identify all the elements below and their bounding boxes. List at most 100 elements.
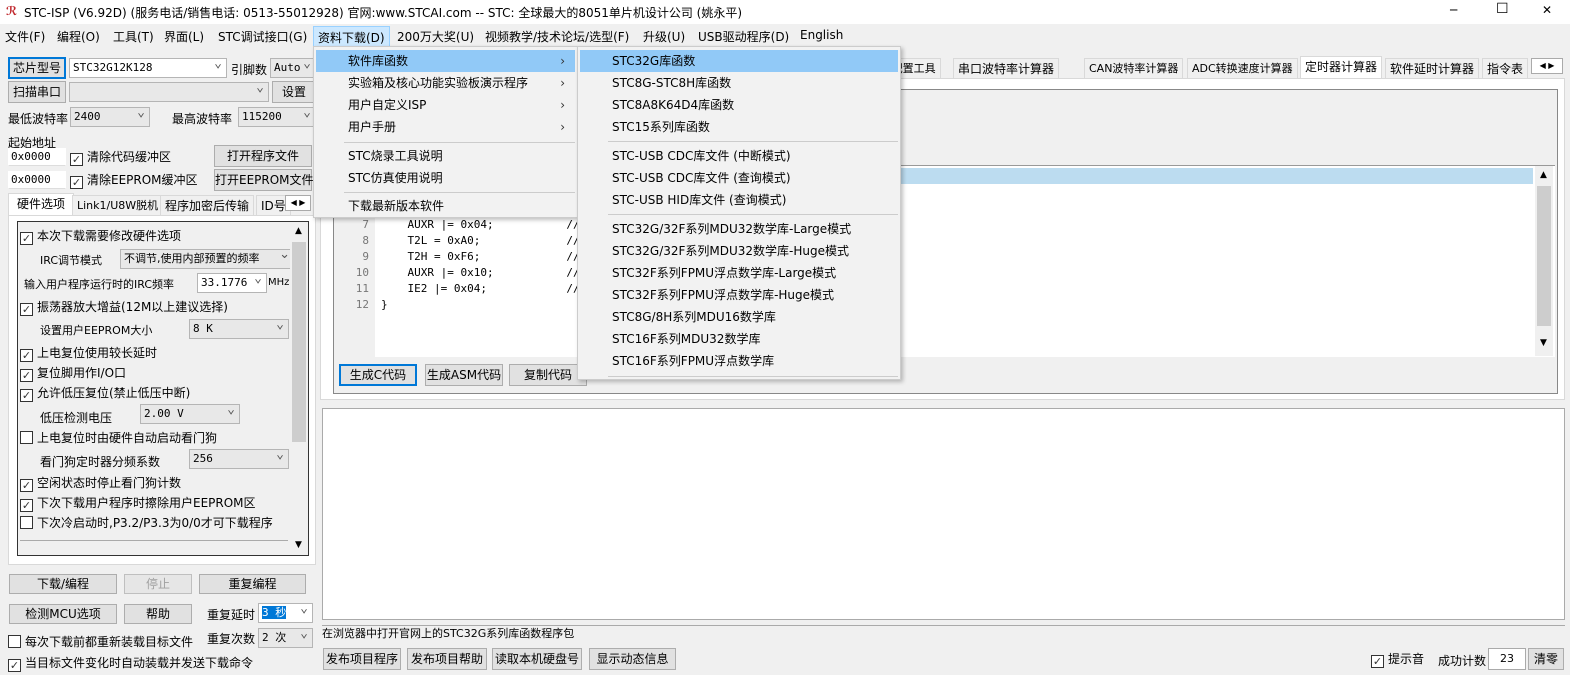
scroll-down-icon[interactable]: ▼ <box>1540 338 1547 348</box>
beep-checkbox[interactable]: ✓ 提示音 <box>1371 651 1424 668</box>
osc-gain-checkbox[interactable]: ✓ 振荡器放大增益(12M以上建议选择) <box>20 299 228 316</box>
eeprom-size-select[interactable]: 8 K <box>189 319 289 339</box>
low-voltage-reset-checkbox[interactable]: ✓ 允许低压复位(禁止低压中断) <box>20 385 190 402</box>
auto-load-checkbox[interactable]: ✓ 当目标文件变化时自动装载并发送下载命令 <box>8 655 253 672</box>
submenu-item[interactable]: STC8G/8H系列MDU16数学库 <box>580 306 898 328</box>
menu-debug[interactable]: STC调试接口(G) <box>218 28 307 45</box>
show-dynamic-info-button[interactable]: 显示动态信息 <box>589 648 676 670</box>
tab-encrypted-transfer[interactable]: 程序加密后传输 <box>160 195 255 216</box>
clear-count-button[interactable]: 清零 <box>1528 648 1564 670</box>
tab-hardware-options[interactable]: 硬件选项 <box>8 193 75 215</box>
menu-item-emulation-doc[interactable]: STC仿真使用说明 <box>316 167 575 189</box>
submenu-item[interactable]: STC-USB HID库文件 (查询模式) <box>580 189 898 211</box>
code-start-address[interactable]: 0x0000 <box>8 148 66 166</box>
tab-link1-offline[interactable]: Link1/U8W脱机 <box>72 195 164 216</box>
low-voltage-select[interactable]: 2.00 V <box>140 404 240 424</box>
menu-item-burn-tool-doc[interactable]: STC烧录工具说明 <box>316 145 575 167</box>
submenu-item[interactable]: STC8A8K64D4库函数 <box>580 94 898 116</box>
submenu-item[interactable]: STC-USB CDC库文件 (中断模式) <box>580 145 898 167</box>
submenu-item[interactable]: STC16F系列MDU32数学库 <box>580 328 898 350</box>
clear-eeprom-buffer-checkbox[interactable]: ✓ 清除EEPROM缓冲区 <box>70 172 198 189</box>
scroll-thumb[interactable] <box>1537 186 1551 326</box>
modify-hw-options-checkbox[interactable]: ✓ 本次下载需要修改硬件选项 <box>20 228 181 245</box>
tab-timer-calc[interactable]: 定时器计算器 <box>1300 56 1383 80</box>
tools-tab-scroll-arrows[interactable]: ◀ ▶ <box>1531 58 1563 74</box>
copy-code-button[interactable]: 复制代码 <box>509 364 587 386</box>
check-mcu-button[interactable]: 检测MCU选项 <box>9 604 117 624</box>
output-log[interactable] <box>322 408 1565 620</box>
repeat-delay-select[interactable]: 3 秒 <box>258 603 313 623</box>
wdt-idle-stop-checkbox[interactable]: ✓ 空闲状态时停止看门狗计数 <box>20 475 181 492</box>
settings-button[interactable]: 设置 <box>272 81 316 103</box>
submenu-item[interactable]: STC16F系列FPMU浮点数学库 <box>580 350 898 372</box>
repeat-program-button[interactable]: 重复编程 <box>199 574 306 594</box>
wdt-divider-select[interactable]: 256 <box>189 449 289 469</box>
close-button[interactable]: ✕ <box>1542 3 1552 17</box>
max-baud-select[interactable]: 115200 <box>238 107 316 127</box>
port-select[interactable] <box>69 82 269 102</box>
submenu-item[interactable]: STC32F系列FPMU浮点数学库-Large模式 <box>580 262 898 284</box>
submenu-item[interactable]: STC8G-STC8H库函数 <box>580 72 898 94</box>
reset-io-checkbox[interactable]: ✓ 复位脚用作I/O口 <box>20 365 126 382</box>
scroll-down-icon[interactable]: ▼ <box>295 540 302 550</box>
read-disk-id-button[interactable]: 读取本机硬盘号 <box>492 648 582 670</box>
help-button[interactable]: 帮助 <box>124 604 192 624</box>
tab-uart-baud[interactable]: 串口波特率计算器 <box>953 58 1060 79</box>
menu-upgrade[interactable]: 升级(U) <box>643 28 685 45</box>
tab-delay-calc[interactable]: 软件延时计算器 <box>1385 58 1480 79</box>
submenu-item[interactable]: STC32F系列FPMU浮点数学库-Huge模式 <box>580 284 898 306</box>
submenu-item[interactable]: STC32G/32F系列MDU32数学库-Huge模式 <box>580 240 898 262</box>
stop-button[interactable]: 停止 <box>124 574 192 594</box>
submenu-item[interactable]: STC15系列库函数 <box>580 116 898 138</box>
generate-asm-code-button[interactable]: 生成ASM代码 <box>425 364 503 386</box>
long-delay-checkbox[interactable]: ✓ 上电复位使用较长延时 <box>20 345 157 362</box>
menu-usb-driver[interactable]: USB驱动程序(D) <box>698 28 789 45</box>
tab-adc-speed[interactable]: ADC转换速度计算器 <box>1187 58 1298 79</box>
menu-item-custom-isp[interactable]: 用户自定义ISP › <box>316 94 575 116</box>
repeat-count-select[interactable]: 2 次 <box>258 628 313 648</box>
submenu-item[interactable]: STC32G/32F系列MDU32数学库-Large模式 <box>580 218 898 240</box>
scroll-up-icon[interactable]: ▲ <box>1540 170 1547 180</box>
submenu-item[interactable]: STC-USB CDC库文件 (查询模式) <box>580 167 898 189</box>
menu-item-demo-programs[interactable]: 实验箱及核心功能实验板演示程序 › <box>316 72 575 94</box>
submenu-item[interactable]: STC32G库函数 <box>580 50 898 72</box>
menu-prize[interactable]: 200万大奖(U) <box>397 28 474 45</box>
pins-select[interactable]: Auto <box>270 58 316 78</box>
scan-port-button[interactable]: 扫描串口 <box>8 81 66 103</box>
scroll-thumb[interactable] <box>292 242 306 442</box>
irc-freq-select[interactable]: 33.1776 <box>197 273 267 293</box>
chip-model-button[interactable]: 芯片型号 <box>8 57 66 79</box>
menu-item-download-latest[interactable]: 下载最新版本软件 <box>316 195 575 217</box>
open-eeprom-file-button[interactable]: 打开EEPROM文件 <box>214 169 314 191</box>
menu-video[interactable]: 视频教学/技术论坛/选型(F) <box>485 28 629 45</box>
menu-tools[interactable]: 工具(T) <box>113 28 154 45</box>
scroll-up-icon[interactable]: ▲ <box>295 226 302 236</box>
reload-file-checkbox[interactable]: 每次下载前都重新装载目标文件 <box>8 634 193 650</box>
eeprom-start-address[interactable]: 0x0000 <box>8 171 66 189</box>
menu-program[interactable]: 编程(O) <box>57 28 100 45</box>
options-scrollbar[interactable]: ▲ ▼ <box>290 222 308 555</box>
erase-eeprom-checkbox[interactable]: ✓ 下次下载用户程序时擦除用户EEPROM区 <box>20 495 256 512</box>
tab-instruction-table[interactable]: 指令表 <box>1482 58 1529 79</box>
tab-can-baud[interactable]: CAN波特率计算器 <box>1084 58 1184 79</box>
menu-item-software-library[interactable]: 软件库函数 › <box>316 50 575 72</box>
publish-program-button[interactable]: 发布项目程序 <box>323 648 401 670</box>
code-scrollbar[interactable]: ▲ ▼ <box>1535 166 1553 356</box>
menu-view[interactable]: 界面(L) <box>164 28 204 45</box>
download-program-button[interactable]: 下载/编程 <box>9 574 117 594</box>
p32-p33-checkbox[interactable]: 下次冷启动时,P3.2/P3.3为0/0才可下载程序 <box>20 515 273 531</box>
chip-model-select[interactable]: STC32G12K128 <box>69 58 227 78</box>
menu-english[interactable]: English <box>800 28 843 42</box>
tab-scroll-arrows[interactable]: ◀ ▶ <box>285 195 311 211</box>
wdt-auto-start-checkbox[interactable]: 上电复位时由硬件自动启动看门狗 <box>20 430 217 446</box>
minimize-button[interactable]: ─ <box>1450 3 1457 17</box>
generate-c-code-button[interactable]: 生成C代码 <box>339 364 417 386</box>
min-baud-select[interactable]: 2400 <box>70 107 150 127</box>
publish-help-button[interactable]: 发布项目帮助 <box>407 648 487 670</box>
menu-item-user-manual[interactable]: 用户手册 › <box>316 116 575 138</box>
irc-mode-select[interactable]: 不调节,使用内部预置的频率 <box>120 249 295 269</box>
maximize-button[interactable]: ☐ <box>1496 1 1509 17</box>
open-program-file-button[interactable]: 打开程序文件 <box>214 145 312 167</box>
menu-file[interactable]: 文件(F) <box>5 28 45 45</box>
clear-code-buffer-checkbox[interactable]: ✓ 清除代码缓冲区 <box>70 149 171 166</box>
